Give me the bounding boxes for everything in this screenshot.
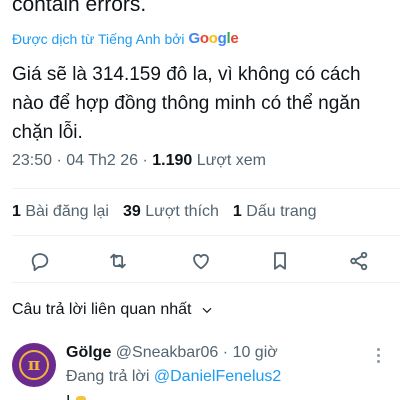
reply-author-handle[interactable]: @Sneakbar06 — [116, 344, 219, 361]
divider — [12, 282, 400, 283]
share-button[interactable] — [344, 246, 374, 276]
action-bar — [0, 244, 400, 278]
repost-button[interactable] — [103, 246, 133, 276]
more-options-icon[interactable] — [368, 345, 388, 365]
divider — [12, 188, 400, 189]
likes-stat[interactable]: 39 Lượt thích — [123, 203, 219, 221]
like-icon — [193, 253, 209, 270]
mention-link[interactable]: @DanielFenelus2 — [154, 368, 281, 385]
share-icon — [350, 251, 368, 271]
reply-icon — [31, 253, 49, 272]
bookmark-icon — [274, 252, 286, 270]
repost-icon — [110, 253, 126, 269]
bookmarks-stat[interactable]: 1 Dấu trang — [233, 203, 317, 221]
views-count: 1.190 — [152, 152, 193, 169]
replying-to: Đang trả lời @DanielFenelus2 — [66, 368, 282, 385]
bookmark-button[interactable] — [265, 246, 295, 276]
like-button[interactable] — [186, 246, 216, 276]
engagement-stats: 1 Bài đăng lại 39 Lượt thích 1 Dấu trang — [12, 203, 317, 221]
pi-logo-icon: π — [19, 350, 49, 380]
avatar[interactable]: π — [12, 343, 56, 387]
tweet-text: Giá sẽ là 314.159 đô la, vì không có các… — [12, 64, 361, 143]
original-text-tail: contain errors. — [12, 0, 147, 16]
tweet-time[interactable]: 23:50 — [12, 152, 52, 169]
replies-sort-label: Câu trả lời liên quan nhất — [12, 301, 192, 318]
reposts-stat[interactable]: 1 Bài đăng lại — [12, 203, 109, 221]
reply-item[interactable]: π Gölge @Sneakbar06 · 10 giờ Đang trả lờ… — [12, 343, 400, 400]
translation-label: Được dịch từ Tiếng Anh bởi — [12, 30, 185, 47]
translation-notice[interactable]: Được dịch từ Tiếng Anh bởi Google — [12, 30, 239, 47]
reply-header: Gölge @Sneakbar06 · 10 giờ — [66, 344, 278, 361]
reply-text: I — [66, 393, 87, 400]
views-label: Lượt xem — [196, 152, 266, 169]
reply-author-name[interactable]: Gölge — [66, 344, 111, 361]
google-logo: Google — [188, 30, 239, 47]
tweet-date[interactable]: 04 Th2 26 — [66, 152, 138, 169]
chevron-down-icon — [202, 307, 211, 314]
emoji-icon — [76, 395, 87, 400]
reply-button[interactable] — [25, 246, 55, 276]
tweet-meta: 23:50 · 04 Th2 26 · 1.190 Lượt xem — [12, 152, 266, 169]
divider — [12, 235, 400, 236]
replies-sort-dropdown[interactable]: Câu trả lời liên quan nhất — [12, 301, 214, 319]
reply-time[interactable]: 10 giờ — [233, 344, 278, 361]
